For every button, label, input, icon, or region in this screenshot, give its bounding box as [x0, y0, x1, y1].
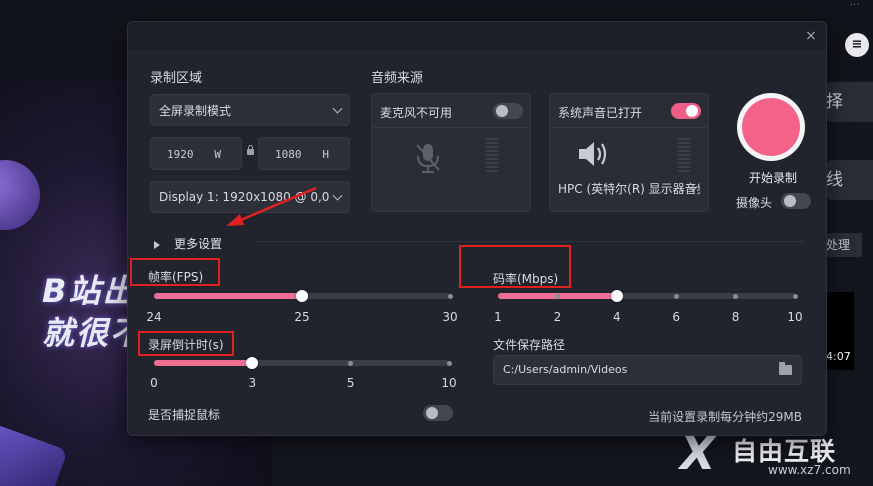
record-area-title: 录制区域 — [150, 71, 203, 86]
record-mode-select[interactable]: 全屏录制模式 — [150, 94, 350, 126]
divider — [254, 241, 804, 242]
side-button-line[interactable]: 线 — [826, 160, 873, 200]
save-path-label: 文件保存路径 — [493, 338, 566, 352]
slider-stop[interactable] — [733, 293, 739, 299]
mic-level-meter — [486, 138, 498, 174]
audio-device-select[interactable]: HPC (英特尔(R) 显示器音频) — [558, 180, 700, 197]
watermark-url: www.xz7.com — [768, 463, 851, 477]
fps-slider[interactable] — [154, 290, 453, 302]
video-thumbnail[interactable]: 4:07 — [826, 292, 854, 370]
folder-icon[interactable] — [779, 362, 792, 375]
slider-tick-label: 10 — [787, 310, 803, 324]
slider-tick-label: 6 — [672, 310, 681, 324]
chevron-down-icon — [332, 103, 343, 114]
slider-stop[interactable] — [446, 360, 452, 366]
aspect-lock-icon[interactable] — [247, 145, 254, 155]
slider-tick-label: 30 — [442, 310, 458, 324]
dialog-titlebar: × — [128, 22, 826, 50]
start-record-label: 开始录制 — [748, 171, 797, 185]
bitrate-slider[interactable] — [498, 290, 798, 302]
side-button-process[interactable]: 处理 — [826, 233, 862, 257]
more-settings-toggle[interactable]: 更多设置 — [154, 235, 222, 252]
slider-tick-label: 3 — [248, 376, 257, 390]
slider-stop[interactable] — [447, 293, 453, 299]
slider-tick-label: 24 — [146, 310, 162, 324]
thumbnail-duration: 4:07 — [826, 350, 851, 363]
slider-tick-label: 25 — [294, 310, 310, 324]
slider-thumb[interactable] — [296, 290, 308, 302]
mic-label: 麦克风不可用 — [380, 106, 453, 120]
slider-stop[interactable] — [348, 360, 354, 366]
annotation-box-fps — [130, 258, 220, 286]
annotation-arrow — [226, 186, 317, 226]
close-icon[interactable]: × — [802, 27, 820, 45]
camera-toggle[interactable] — [781, 193, 811, 209]
side-button-select[interactable]: 择 — [826, 82, 873, 122]
capture-mouse-toggle[interactable] — [423, 405, 453, 421]
slider-stop[interactable] — [792, 293, 798, 299]
save-path-input[interactable]: C:/Users/admin/Videos — [493, 355, 802, 385]
system-audio-label: 系统声音已打开 — [558, 106, 643, 120]
audio-source-title: 音频来源 — [371, 71, 424, 86]
system-audio-panel: 系统声音已打开 HPC (英特尔(R) 显示器音频) — [549, 93, 709, 212]
planet-decoration — [0, 160, 40, 230]
height-input[interactable]: 1080 H — [258, 137, 350, 170]
slider-stop[interactable] — [673, 293, 679, 299]
countdown-slider[interactable] — [154, 357, 452, 369]
slider-fill — [154, 293, 302, 299]
speaker-icon — [579, 142, 607, 166]
slider-tick-label: 2 — [553, 310, 562, 324]
slider-stop[interactable] — [554, 293, 560, 299]
mic-panel: 麦克风不可用 — [371, 93, 531, 212]
system-audio-toggle[interactable] — [671, 103, 701, 119]
slider-tick-label: 5 — [346, 376, 355, 390]
slider-tick-label: 8 — [731, 310, 740, 324]
site-watermark: X 自由互联 www.xz7.com — [680, 428, 870, 484]
slider-tick-label: 1 — [494, 310, 502, 324]
window-controls: ··· — [850, 0, 860, 11]
slider-tick-label: 4 — [612, 310, 621, 324]
slider-tick-label: 0 — [150, 376, 158, 390]
width-input[interactable]: 1920 W — [150, 137, 242, 170]
annotation-box-bitrate — [459, 245, 571, 288]
camera-label: 摄像头 — [736, 196, 773, 210]
chevron-down-icon — [332, 190, 343, 201]
slider-fill — [154, 360, 253, 366]
start-record-button[interactable] — [737, 93, 805, 161]
system-level-meter — [678, 138, 690, 174]
capture-mouse-label: 是否捕捉鼠标 — [148, 408, 221, 422]
slider-thumb[interactable] — [246, 357, 259, 369]
mic-muted-icon — [416, 144, 440, 173]
feedback-icon[interactable]: ≡ — [845, 33, 869, 57]
mic-toggle[interactable] — [493, 103, 523, 119]
planet-decoration — [0, 423, 68, 486]
slider-thumb[interactable] — [610, 290, 623, 302]
size-estimate-text: 当前设置录制每分钟约29MB — [648, 410, 802, 424]
annotation-box-countdown — [138, 331, 234, 356]
slider-tick-label: 10 — [441, 376, 457, 390]
expand-triangle-icon — [154, 240, 160, 249]
